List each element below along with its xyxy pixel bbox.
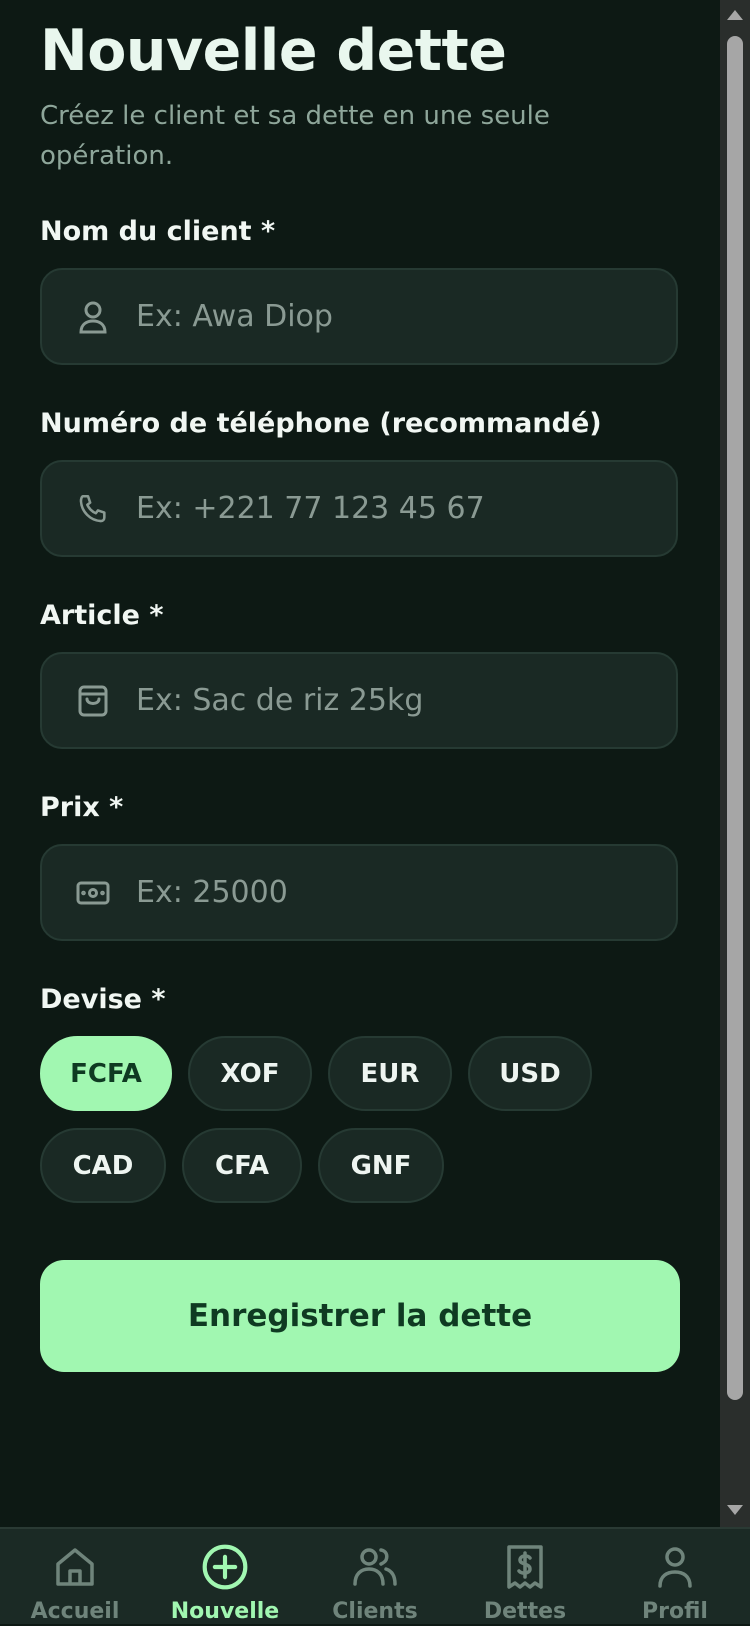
price-field[interactable] (40, 844, 678, 941)
phone-label: Numéro de téléphone (recommandé) (40, 408, 602, 439)
users-icon (351, 1543, 399, 1591)
scrollbar[interactable] (720, 0, 750, 1527)
shopping-bag-icon (73, 681, 113, 721)
phone-field[interactable] (40, 460, 678, 557)
article-field[interactable] (40, 652, 678, 749)
scroll-up-arrow-icon[interactable] (727, 10, 743, 20)
client-name-input[interactable] (136, 299, 676, 334)
nav-label-dettes: Dettes (483, 1599, 567, 1624)
nav-label-accueil: Accueil (30, 1599, 120, 1624)
nav-label-profil: Profil (642, 1599, 708, 1624)
article-input[interactable] (136, 683, 676, 718)
scroll-down-arrow-icon[interactable] (727, 1505, 743, 1515)
save-debt-button[interactable]: Enregistrer la dette (40, 1260, 680, 1372)
bottom-navigation: Accueil Nouvelle Clients Dettes Profil (0, 1527, 750, 1624)
currency-option-fcfa[interactable]: FCFA (40, 1036, 172, 1111)
phone-icon (73, 489, 113, 529)
currency-option-cfa[interactable]: CFA (182, 1128, 302, 1203)
client-name-label: Nom du client * (40, 216, 276, 247)
page-title: Nouvelle dette (40, 18, 507, 84)
price-label: Prix * (40, 792, 124, 823)
nav-item-accueil[interactable]: Accueil (0, 1529, 150, 1626)
nav-item-profil[interactable]: Profil (600, 1529, 750, 1626)
receipt-icon (501, 1543, 549, 1591)
currency-option-gnf[interactable]: GNF (318, 1128, 444, 1203)
scrollbar-thumb[interactable] (727, 36, 743, 1400)
currency-option-eur[interactable]: EUR (328, 1036, 452, 1111)
home-icon (51, 1543, 99, 1591)
user-icon (651, 1543, 699, 1591)
page-subtitle: Créez le client et sa dette en une seule… (40, 101, 550, 171)
currency-option-xof[interactable]: XOF (188, 1036, 312, 1111)
client-name-field[interactable] (40, 268, 678, 365)
currency-option-usd[interactable]: USD (468, 1036, 592, 1111)
price-input[interactable] (136, 875, 676, 910)
nav-label-nouvelle: Nouvelle (170, 1599, 280, 1624)
nav-label-clients: Clients (332, 1599, 418, 1624)
nav-item-clients[interactable]: Clients (300, 1529, 450, 1626)
banknote-icon (73, 873, 113, 913)
article-label: Article * (40, 600, 164, 631)
phone-input[interactable] (136, 491, 676, 526)
currency-label: Devise * (40, 984, 166, 1015)
nav-item-dettes[interactable]: Dettes (450, 1529, 600, 1626)
nav-item-nouvelle[interactable]: Nouvelle (150, 1529, 300, 1626)
currency-option-cad[interactable]: CAD (40, 1128, 166, 1203)
plus-circle-icon (201, 1543, 249, 1591)
user-icon (73, 297, 113, 337)
